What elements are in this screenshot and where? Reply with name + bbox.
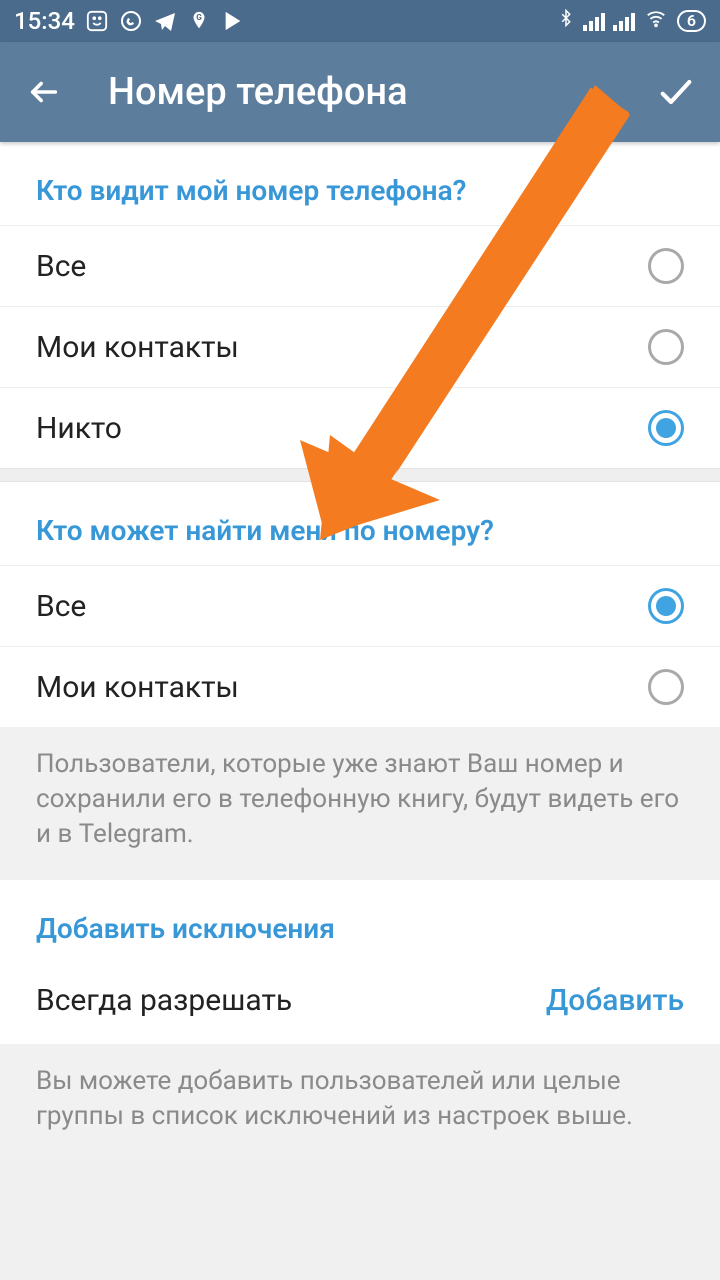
section-note: Пользователи, которые уже знают Ваш номе… xyxy=(0,727,720,880)
page-title: Номер телефона xyxy=(108,70,408,114)
status-bar: 15:34 G 6 xyxy=(0,0,720,42)
row-label: Всегда разрешать xyxy=(36,983,292,1018)
signal-2-icon xyxy=(613,11,635,31)
svg-text:G: G xyxy=(196,13,202,23)
radio-icon xyxy=(648,588,684,624)
whatsapp-icon xyxy=(119,9,143,33)
bluetooth-icon xyxy=(557,7,575,35)
radio-icon xyxy=(648,329,684,365)
option-label: Мои контакты xyxy=(36,330,239,365)
option-everyone[interactable]: Все xyxy=(0,565,720,646)
section-header: Добавить исключения xyxy=(0,880,720,963)
play-store-icon xyxy=(221,9,245,33)
section-who-sees: Кто видит мой номер телефона? Все Мои ко… xyxy=(0,142,720,468)
section-header: Кто может найти меня по номеру? xyxy=(0,482,720,565)
status-time: 15:34 xyxy=(14,7,75,35)
back-button[interactable] xyxy=(20,68,68,116)
section-who-finds: Кто может найти меня по номеру? Все Мои … xyxy=(0,482,720,727)
app-bar: Номер телефона xyxy=(0,42,720,142)
option-label: Мои контакты xyxy=(36,670,239,705)
section-header: Кто видит мой номер телефона? xyxy=(0,142,720,225)
battery-indicator: 6 xyxy=(677,10,706,32)
smile-icon xyxy=(85,9,109,33)
option-label: Все xyxy=(36,589,86,624)
option-my-contacts[interactable]: Мои контакты xyxy=(0,646,720,727)
option-label: Все xyxy=(36,249,86,284)
add-link[interactable]: Добавить xyxy=(546,983,684,1018)
always-allow-row[interactable]: Всегда разрешать Добавить xyxy=(0,963,720,1044)
maps-icon: G xyxy=(187,9,211,33)
section-note: Вы можете добавить пользователей или цел… xyxy=(0,1044,720,1162)
divider xyxy=(0,468,720,482)
option-label: Никто xyxy=(36,411,122,446)
wifi-icon xyxy=(643,7,669,35)
signal-1-icon xyxy=(583,11,605,31)
section-exceptions: Добавить исключения Всегда разрешать Доб… xyxy=(0,880,720,1044)
option-my-contacts[interactable]: Мои контакты xyxy=(0,306,720,387)
telegram-icon xyxy=(153,9,177,33)
radio-icon xyxy=(648,669,684,705)
option-nobody[interactable]: Никто xyxy=(0,387,720,468)
radio-icon xyxy=(648,248,684,284)
option-everyone[interactable]: Все xyxy=(0,225,720,306)
radio-icon xyxy=(648,410,684,446)
confirm-button[interactable] xyxy=(652,68,700,116)
